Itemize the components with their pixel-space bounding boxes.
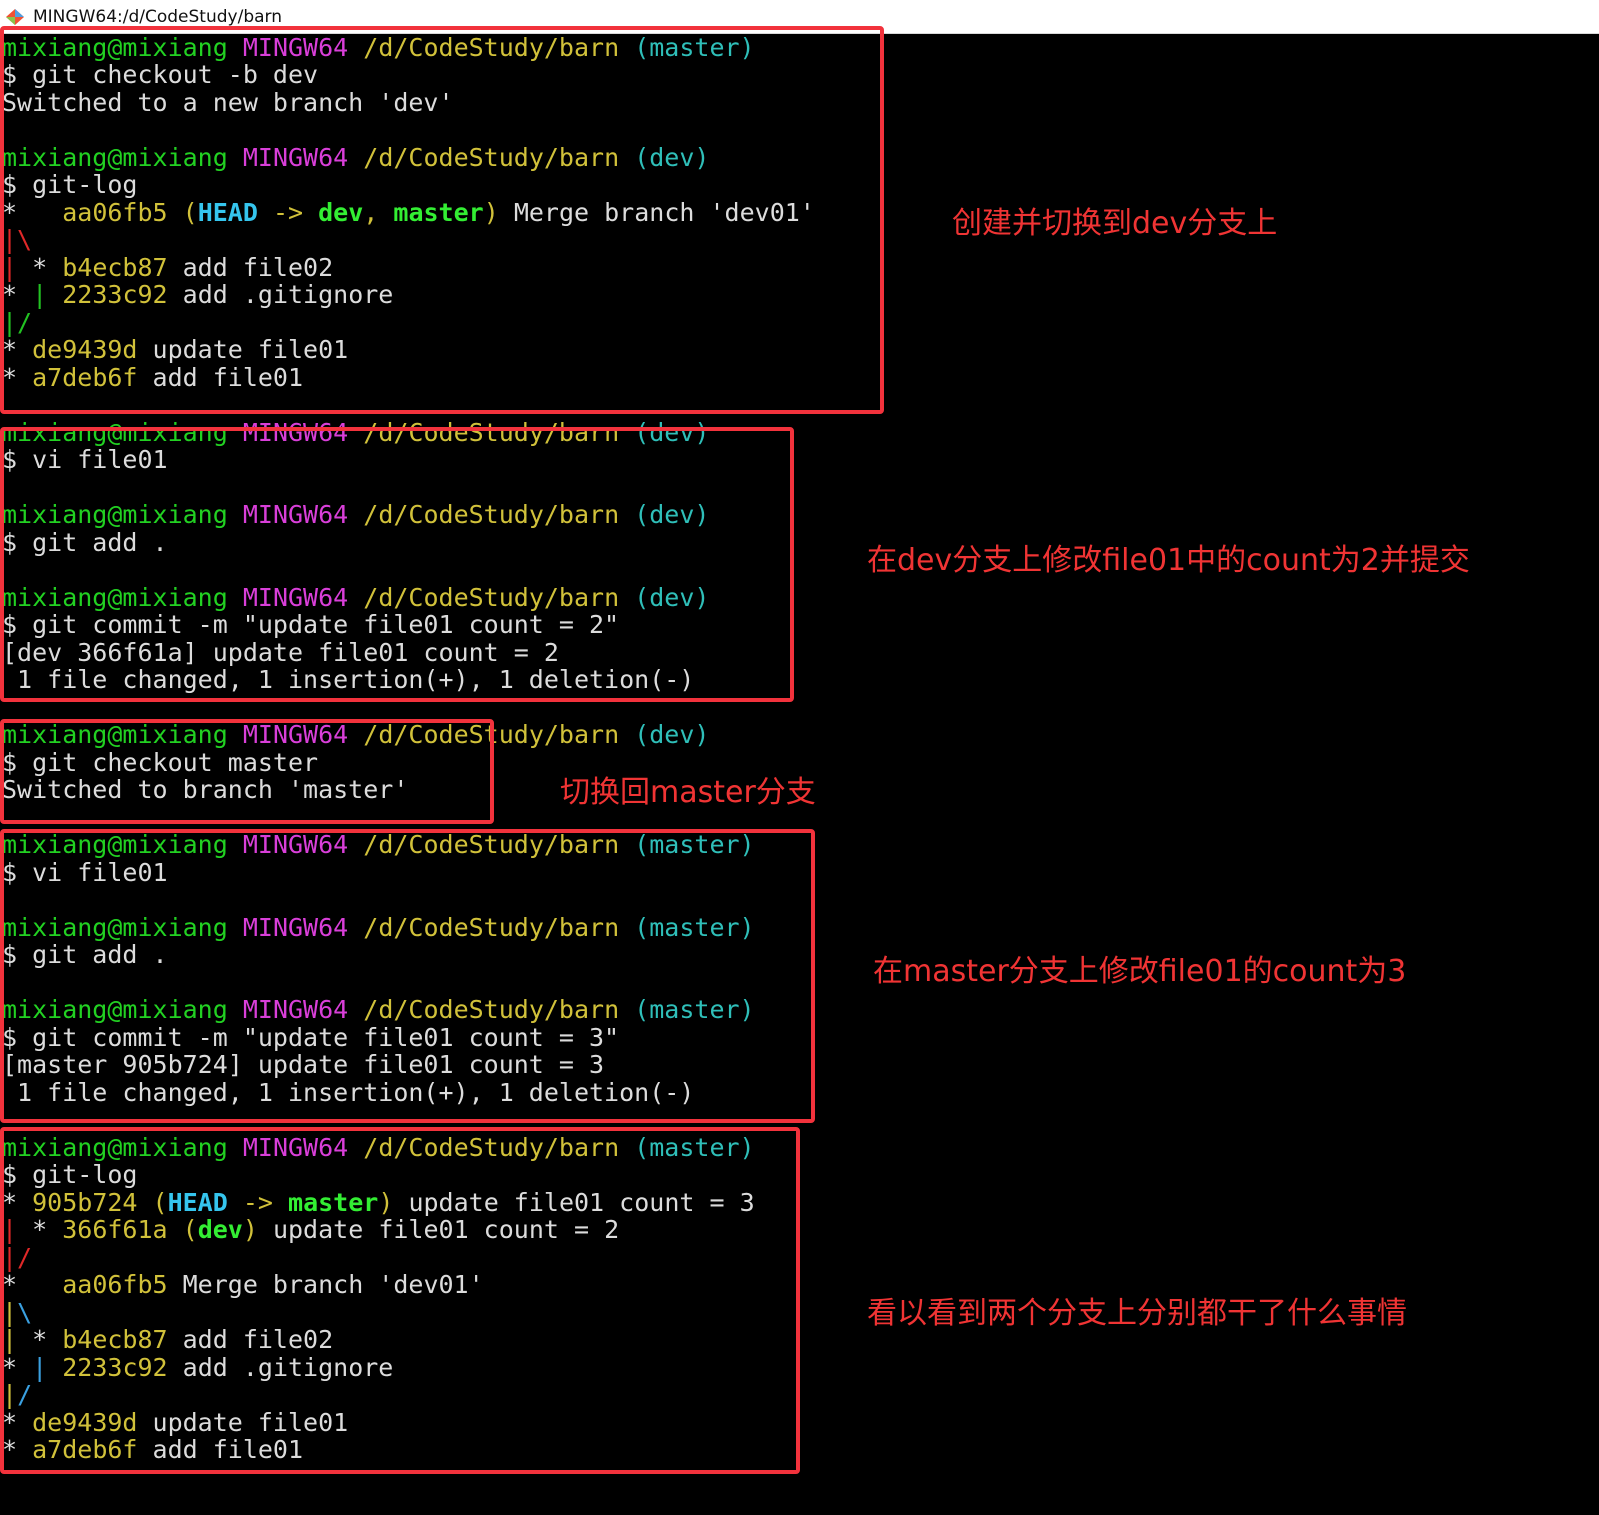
highlight-box-dev-commit: [0, 427, 794, 702]
annotation-checkout-master: 切换回master分支: [560, 775, 816, 810]
highlight-box-log: [0, 1127, 800, 1474]
annotation-dev-commit: 在dev分支上修改file01中的count为2并提交: [867, 543, 1470, 578]
annotation-create-branch: 创建并切换到dev分支上: [952, 206, 1278, 241]
highlight-box-master-commit: [0, 829, 815, 1123]
git-bash-icon: [6, 9, 24, 25]
annotation-master-commit: 在master分支上修改file01的count为3: [873, 954, 1407, 989]
prompt-branch: (dev): [634, 720, 710, 749]
annotation-log: 看以看到两个分支上分别都干了什么事情: [867, 1296, 1407, 1331]
highlight-box-create-branch: [0, 26, 884, 414]
highlight-box-checkout-master: [0, 719, 494, 824]
window-title: MINGW64:/d/CodeStudy/barn: [33, 7, 282, 27]
